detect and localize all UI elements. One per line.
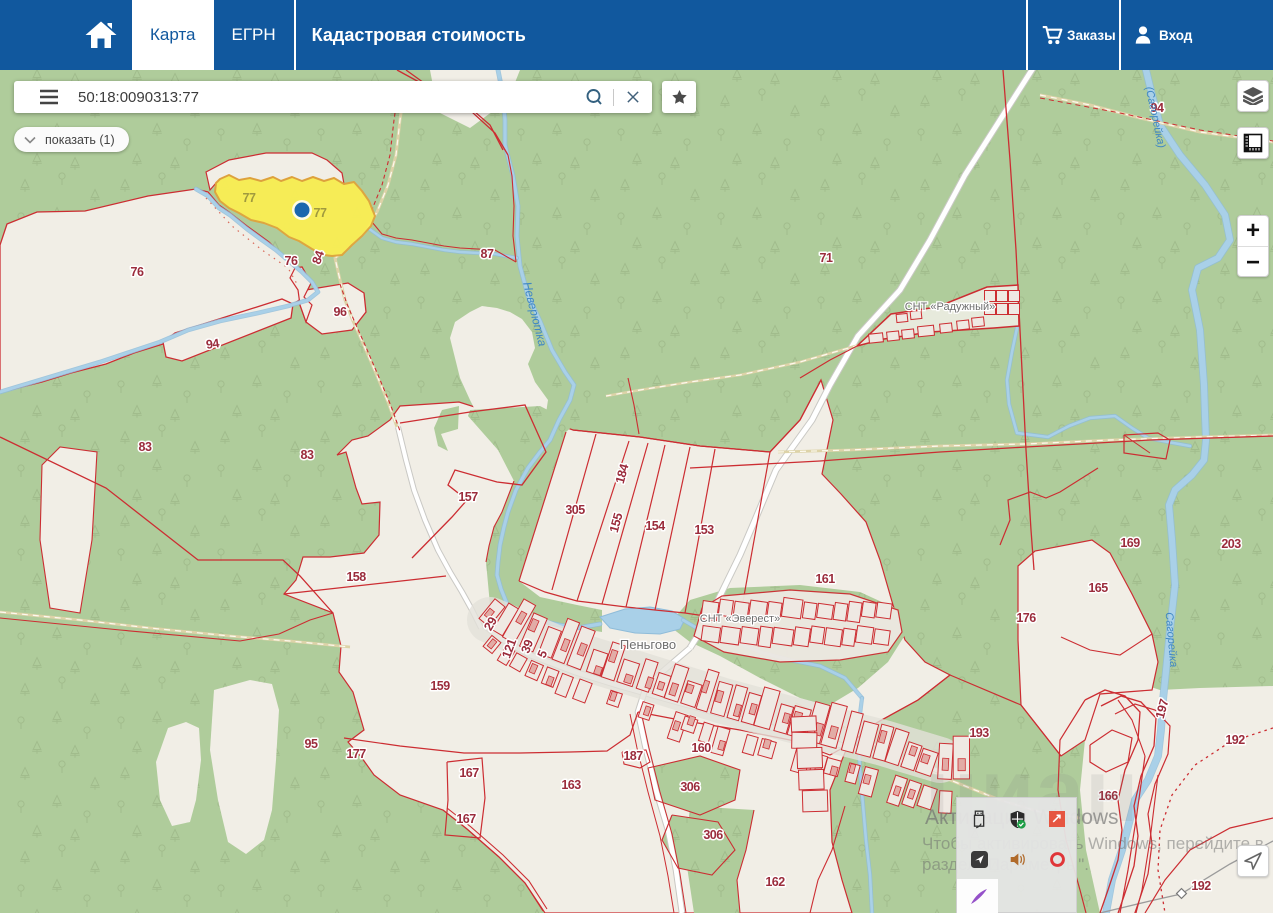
svg-text:162: 162 [765,875,785,889]
svg-text:77: 77 [243,191,256,205]
svg-text:187: 187 [623,749,643,763]
svg-text:96: 96 [334,305,347,319]
svg-text:76: 76 [285,254,298,268]
svg-text:165: 165 [1088,581,1108,595]
svg-text:153: 153 [694,523,714,537]
svg-text:192: 192 [1191,879,1211,893]
svg-text:159: 159 [430,679,450,693]
svg-text:158: 158 [346,570,366,584]
svg-text:160: 160 [691,741,711,755]
svg-text:76: 76 [131,265,144,279]
svg-text:177: 177 [346,747,366,761]
svg-text:77: 77 [314,206,327,220]
svg-text:71: 71 [820,251,833,265]
svg-text:95: 95 [305,737,318,751]
svg-text:163: 163 [561,778,581,792]
svg-text:83: 83 [139,440,152,454]
svg-text:157: 157 [458,490,478,504]
svg-text:87: 87 [481,247,494,261]
svg-text:Пеньгово: Пеньгово [620,637,676,652]
svg-text:СНТ «Радужный»: СНТ «Радужный» [905,301,996,313]
svg-text:167: 167 [456,812,476,826]
svg-text:203: 203 [1221,537,1241,551]
svg-text:193: 193 [969,726,989,740]
svg-text:СНТ «Эверест»: СНТ «Эверест» [700,613,780,625]
svg-text:83: 83 [301,448,314,462]
svg-text:154: 154 [645,519,665,533]
svg-text:306: 306 [703,828,723,842]
svg-text:305: 305 [565,503,585,517]
svg-text:169: 169 [1120,536,1140,550]
svg-text:192: 192 [1225,733,1245,747]
svg-text:306: 306 [680,780,700,794]
svg-text:94: 94 [205,336,220,352]
svg-text:167: 167 [459,766,479,780]
svg-text:176: 176 [1016,611,1036,625]
svg-text:161: 161 [815,572,835,586]
